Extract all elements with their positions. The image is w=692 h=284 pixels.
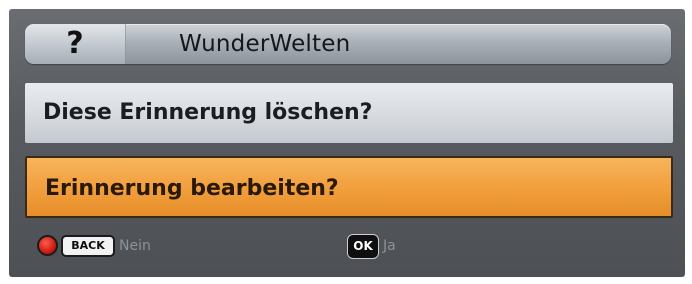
question-mark-icon: ? <box>66 26 84 61</box>
no-label: Nein <box>119 238 151 254</box>
title-icon-box: ? <box>25 24 126 64</box>
button-hints: BACK Nein OK Ja <box>9 231 685 263</box>
dialog-titlebar: ? WunderWelten <box>25 24 671 64</box>
back-key-icon[interactable]: BACK <box>61 235 115 257</box>
delete-reminder-option[interactable]: Diese Erinnerung löschen? <box>25 83 673 143</box>
reminder-dialog: ? WunderWelten Diese Erinnerung löschen?… <box>9 9 685 277</box>
screen: ? WunderWelten Diese Erinnerung löschen?… <box>0 0 692 284</box>
delete-reminder-label: Diese Erinnerung löschen? <box>43 100 373 125</box>
red-button-icon[interactable] <box>37 235 58 256</box>
edit-reminder-option[interactable]: Erinnerung bearbeiten? <box>25 156 673 218</box>
dialog-title: WunderWelten <box>179 31 351 57</box>
edit-reminder-label: Erinnerung bearbeiten? <box>45 176 339 201</box>
yes-label: Ja <box>383 238 396 254</box>
ok-key-icon[interactable]: OK <box>347 234 379 259</box>
